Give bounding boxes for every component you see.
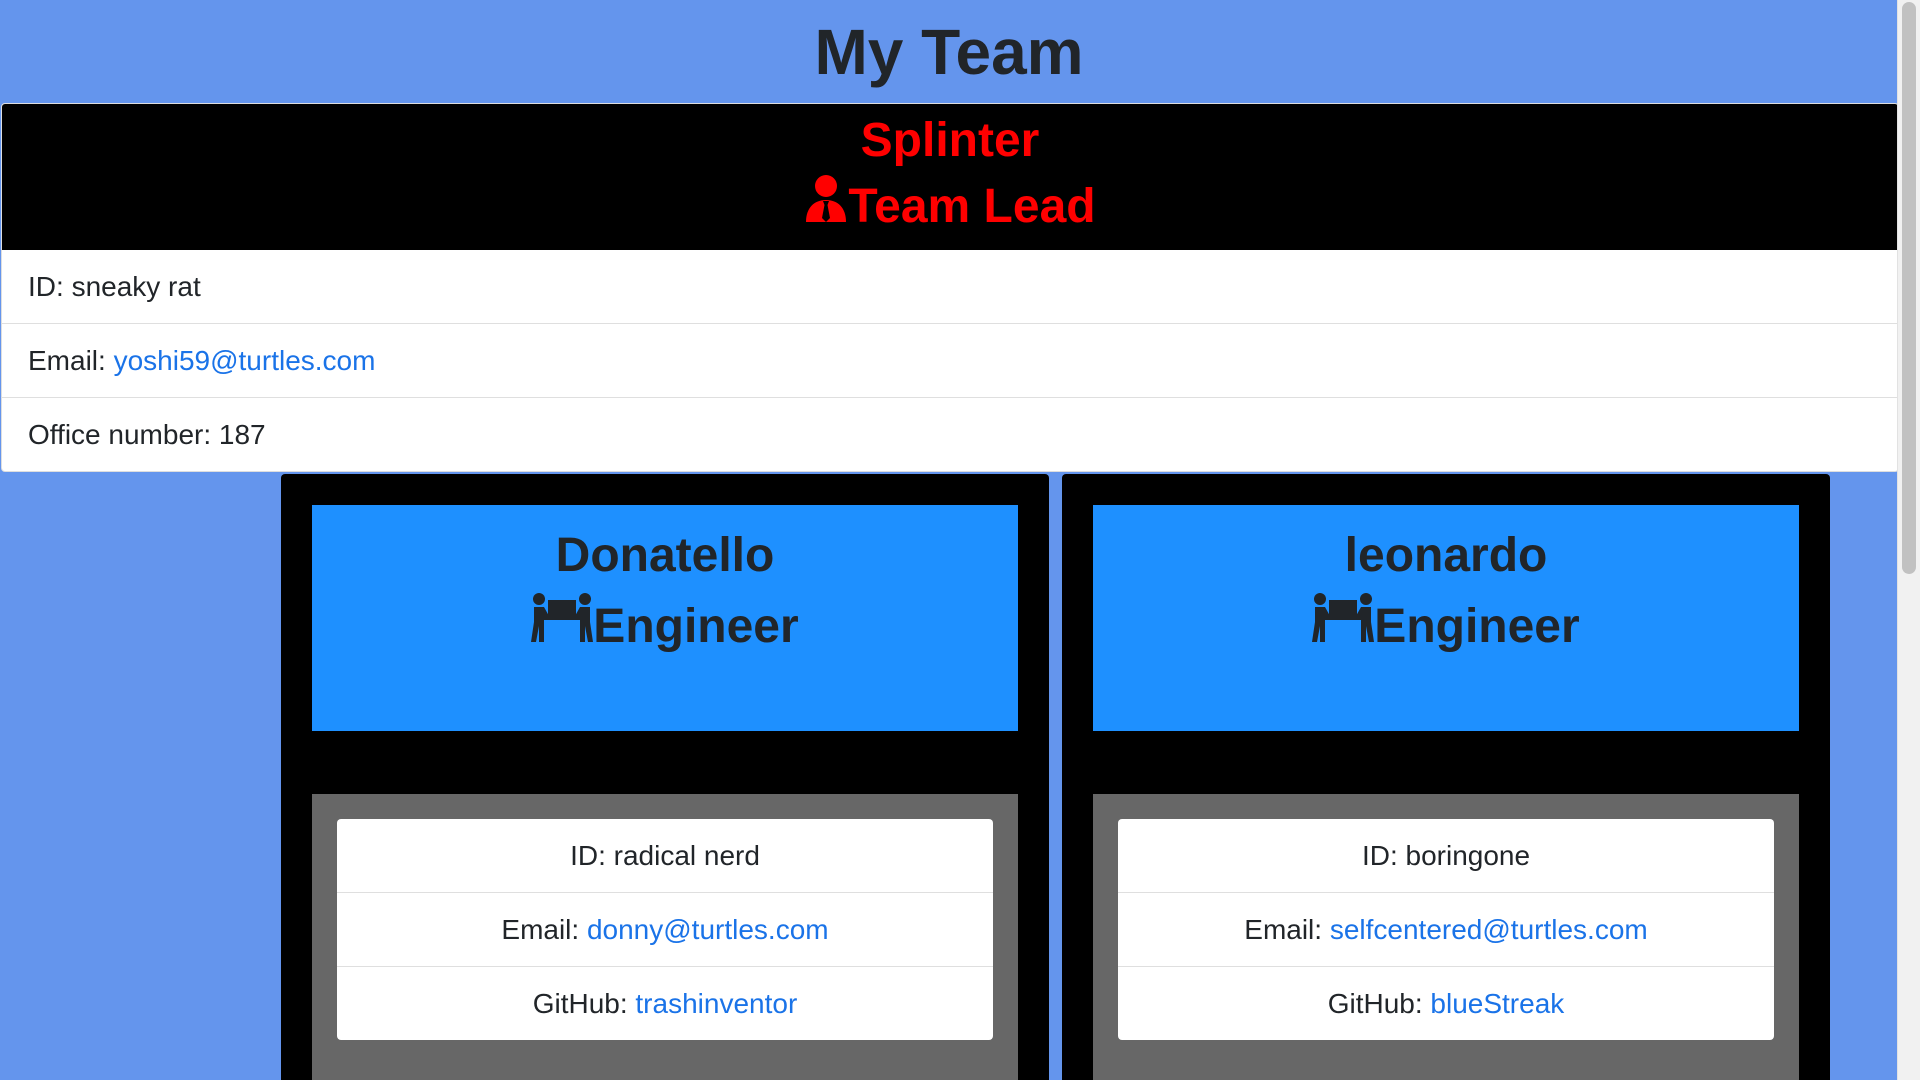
page-title: My Team: [814, 15, 1084, 88]
engineer-email: Email: selfcentered@turtles.com: [1118, 892, 1774, 966]
engineer-card-body: ID: radical nerd Email: donny@turtles.co…: [312, 794, 1018, 1080]
engineer-email-link[interactable]: selfcentered@turtles.com: [1330, 914, 1648, 946]
engineer-email-link[interactable]: donny@turtles.com: [587, 914, 829, 946]
vertical-scrollbar[interactable]: [1897, 0, 1920, 1080]
manager-email-link[interactable]: yoshi59@turtles.com: [114, 345, 376, 377]
engineer-name: leonardo: [1344, 529, 1548, 582]
manager-id-label: ID:: [28, 270, 72, 302]
page: My Team Splinter Team Lead ID: sneaky ra…: [0, 0, 1899, 1080]
user-tie-icon: [804, 172, 848, 242]
engineer-id: ID: radical nerd: [337, 819, 993, 892]
engineer-name: Donatello: [555, 529, 775, 582]
engineer-role: Engineer: [312, 587, 1018, 667]
people-carry-icon: [531, 587, 594, 667]
engineer-info-list: ID: radical nerd Email: donny@turtles.co…: [337, 819, 993, 1040]
manager-office-value: 187: [218, 418, 266, 450]
engineer-card-header: leonardo Engineer: [1093, 505, 1799, 731]
engineer-role-label: Engineer: [1374, 600, 1580, 653]
manager-card: Splinter Team Lead ID: sneaky rat Email:…: [1, 103, 1899, 472]
engineer-id-label: ID:: [570, 839, 614, 871]
engineer-github-label: GitHub:: [532, 987, 636, 1019]
manager-email-label: Email:: [28, 344, 114, 376]
manager-id-value: sneaky rat: [71, 270, 201, 302]
engineer-id: ID: boringone: [1118, 819, 1774, 892]
engineer-email-label: Email:: [1244, 913, 1330, 945]
manager-name: Splinter: [860, 114, 1040, 167]
manager-role: Team Lead: [2, 172, 1898, 242]
engineer-github: GitHub: trashinventor: [337, 966, 993, 1040]
people-carry-icon: [1312, 587, 1375, 667]
engineer-id-value: boringone: [1405, 839, 1531, 871]
engineer-github: GitHub: blueStreak: [1118, 966, 1774, 1040]
manager-role-label: Team Lead: [848, 180, 1096, 233]
engineer-github-link[interactable]: blueStreak: [1430, 988, 1564, 1020]
engineer-email-label: Email:: [501, 913, 587, 945]
engineer-github-label: GitHub:: [1327, 987, 1431, 1019]
engineer-card-body: ID: boringone Email: selfcentered@turtle…: [1093, 794, 1799, 1080]
engineer-id-value: radical nerd: [613, 839, 760, 871]
page-header: My Team: [0, 0, 1898, 103]
engineer-info-list: ID: boringone Email: selfcentered@turtle…: [1118, 819, 1774, 1040]
engineer-github-link[interactable]: trashinventor: [635, 988, 797, 1020]
manager-card-header: Splinter Team Lead: [2, 104, 1898, 250]
engineer-role: Engineer: [1093, 587, 1799, 667]
engineer-card: leonardo Engineer ID: boringone Email: s…: [1062, 474, 1830, 1080]
manager-office-label: Office number:: [28, 418, 219, 450]
manager-id: ID: sneaky rat: [2, 250, 1898, 323]
engineer-row: Donatello Engineer ID: radical nerd Emai…: [281, 474, 1830, 1080]
engineer-card-header: Donatello Engineer: [312, 505, 1018, 731]
engineer-role-label: Engineer: [593, 600, 799, 653]
manager-office: Office number: 187: [2, 397, 1898, 471]
manager-info-list: ID: sneaky rat Email: yoshi59@turtles.co…: [2, 250, 1898, 471]
scrollbar-thumb[interactable]: [1902, 2, 1916, 574]
engineer-id-label: ID:: [1361, 839, 1406, 871]
engineer-card: Donatello Engineer ID: radical nerd Emai…: [281, 474, 1049, 1080]
manager-email: Email: yoshi59@turtles.com: [2, 323, 1898, 397]
engineer-email: Email: donny@turtles.com: [337, 892, 993, 966]
